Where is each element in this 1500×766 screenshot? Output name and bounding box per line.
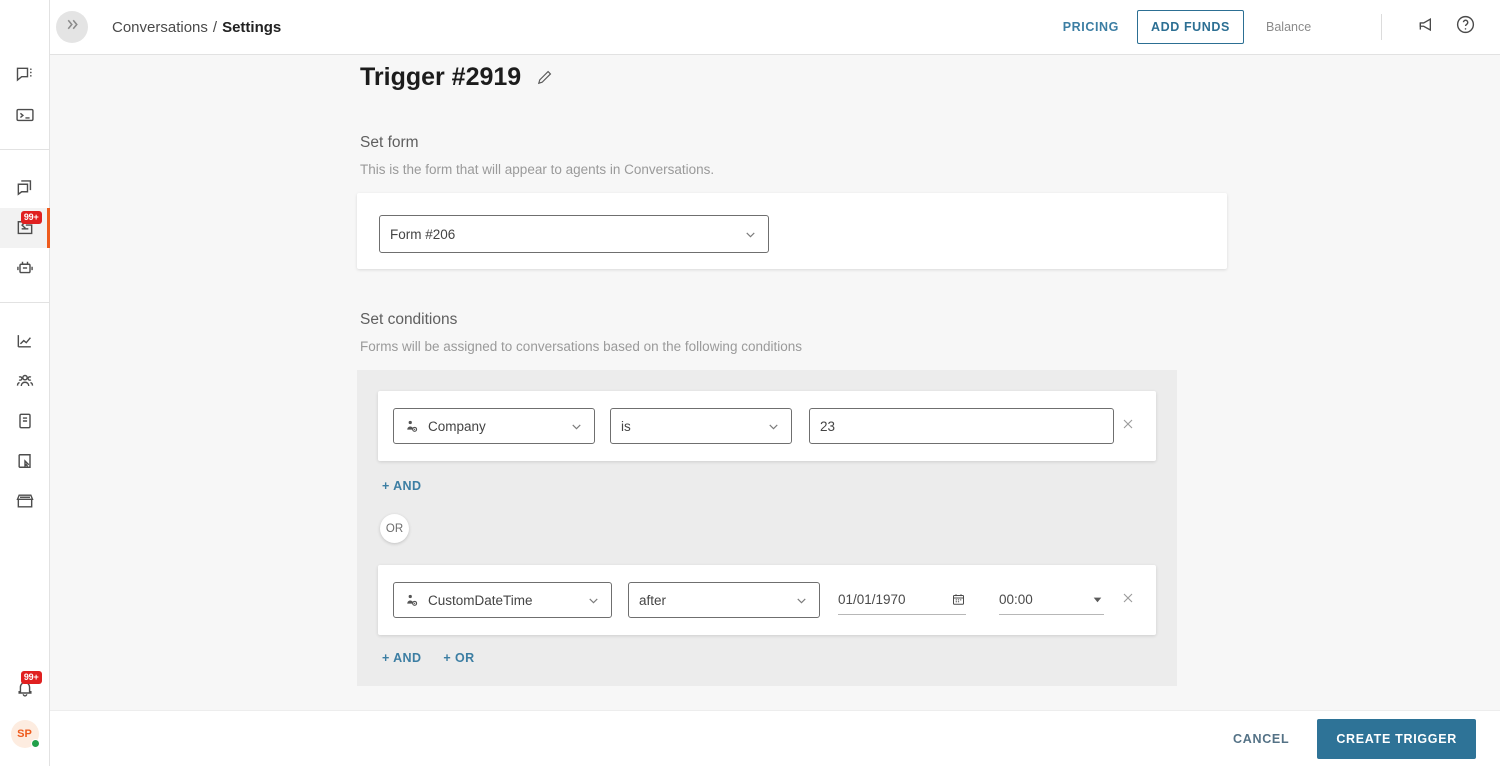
caret-down-icon <box>1091 593 1104 606</box>
add-or-button-2[interactable]: + OR <box>443 651 474 665</box>
condition-operator-select-1[interactable]: is <box>610 408 792 444</box>
notifications-button[interactable]: 99+ <box>0 668 50 708</box>
set-form-heading: Set form <box>360 134 1227 152</box>
condition-date-value: 01/01/1970 <box>838 592 951 607</box>
condition-row: Company is <box>378 391 1156 461</box>
sidebar-item-marketplace[interactable] <box>0 481 50 521</box>
remove-condition-button-2[interactable] <box>1115 587 1141 613</box>
sidebar-item-conversations[interactable] <box>0 55 50 95</box>
or-joiner-row: OR <box>378 514 1156 543</box>
robot-icon <box>15 258 35 278</box>
sidebar-item-contacts[interactable] <box>0 361 50 401</box>
help-circle-icon <box>1455 14 1476 40</box>
set-conditions-description: Forms will be assigned to conversations … <box>360 339 1227 354</box>
condition-date-input[interactable]: 01/01/1970 <box>838 585 966 615</box>
condition-value-input-1[interactable] <box>809 408 1114 444</box>
close-icon <box>1120 590 1136 611</box>
sidebar-item-documents[interactable] <box>0 401 50 441</box>
form-select[interactable]: Form #206 <box>379 215 769 253</box>
condition-attribute-value-1: Company <box>428 419 569 434</box>
cancel-button[interactable]: CANCEL <box>1227 722 1295 756</box>
set-conditions-section-head: Set conditions Forms will be assigned to… <box>357 311 1227 354</box>
add-funds-button[interactable]: ADD FUNDS <box>1137 10 1244 44</box>
sidebar-item-analytics[interactable] <box>0 321 50 361</box>
chevron-down-icon <box>743 227 758 242</box>
content-column: Trigger #2919 Set form This is the form … <box>357 55 1227 686</box>
breadcrumb-current: Settings <box>222 19 281 36</box>
title-row: Trigger #2919 <box>357 55 1227 92</box>
help-button[interactable] <box>1450 12 1480 42</box>
breadcrumb-separator: / <box>213 19 217 36</box>
page-body: Trigger #2919 Set form This is the form … <box>50 55 1500 710</box>
footer-actions: CANCEL CREATE TRIGGER <box>50 710 1500 766</box>
sidebar-badge-inbox: 99+ <box>21 211 42 224</box>
balance-label: Balance <box>1266 20 1381 34</box>
sidebar-item-broadcasts[interactable] <box>0 168 50 208</box>
condition-time-select[interactable]: 00:00 <box>999 585 1104 615</box>
top-header: Conversations / Settings PRICING ADD FUN… <box>50 0 1500 55</box>
condition-attribute-select-2[interactable]: CustomDateTime <box>393 582 612 618</box>
sidebar-item-console[interactable] <box>0 95 50 135</box>
chevron-down-icon <box>569 419 584 434</box>
sidebar-item-inbox[interactable]: 99+ <box>0 208 50 248</box>
condition-operator-value-1: is <box>621 419 766 434</box>
header-divider <box>1381 14 1382 40</box>
balance-display: Balance <box>1266 20 1381 34</box>
rail-divider-2 <box>0 302 50 303</box>
copy-send-icon <box>15 178 35 198</box>
condition-attribute-value-2: CustomDateTime <box>428 593 586 608</box>
sidebar-item-bots[interactable] <box>0 248 50 288</box>
condition-operator-select-2[interactable]: after <box>628 582 820 618</box>
avatar[interactable]: SP <box>0 714 50 754</box>
notifications-badge: 99+ <box>21 671 42 684</box>
pencil-icon[interactable] <box>535 68 554 87</box>
user-attribute-icon <box>404 419 419 434</box>
storefront-icon <box>15 491 35 511</box>
add-and-row-1: + AND <box>378 477 1156 495</box>
breadcrumb-root[interactable]: Conversations <box>112 19 208 36</box>
add-condition-row-2: + AND + OR <box>378 651 1156 665</box>
condition-operator-value-2: after <box>639 593 794 608</box>
condition-row: CustomDateTime after 01/01/1970 <box>378 565 1156 635</box>
breadcrumb: Conversations / Settings <box>112 19 281 36</box>
line-chart-icon <box>15 331 35 351</box>
book-icon <box>15 411 35 431</box>
add-and-button-1[interactable]: + AND <box>382 479 421 493</box>
chevron-down-icon <box>794 593 809 608</box>
chevron-down-icon <box>586 593 601 608</box>
chevrons-right-icon <box>64 16 81 38</box>
conditions-panel: Company is <box>357 370 1177 686</box>
form-select-value: Form #206 <box>390 227 743 242</box>
or-joiner-chip[interactable]: OR <box>380 514 409 543</box>
calendar-icon[interactable] <box>951 592 966 607</box>
close-icon <box>1120 416 1136 437</box>
chat-bubble-icon <box>15 65 35 85</box>
add-and-button-2[interactable]: + AND <box>382 651 421 665</box>
create-trigger-button[interactable]: CREATE TRIGGER <box>1317 719 1476 759</box>
chevron-down-icon <box>766 419 781 434</box>
set-form-description: This is the form that will appear to age… <box>360 162 1227 177</box>
online-status-dot <box>31 739 40 748</box>
user-attribute-icon <box>404 593 419 608</box>
terminal-icon <box>15 105 35 125</box>
left-sidebar: 99+ <box>0 0 50 766</box>
set-conditions-heading: Set conditions <box>360 311 1227 329</box>
set-form-card: Form #206 <box>357 193 1227 269</box>
megaphone-icon <box>1417 15 1437 40</box>
condition-time-value: 00:00 <box>999 592 1091 607</box>
flow-cursor-icon <box>15 451 35 471</box>
rail-divider-1 <box>0 149 50 150</box>
pricing-link[interactable]: PRICING <box>1063 20 1119 34</box>
header-actions: PRICING ADD FUNDS Balance <box>1063 0 1500 54</box>
expand-sidebar-button[interactable] <box>56 11 88 43</box>
set-form-section-head: Set form This is the form that will appe… <box>357 134 1227 177</box>
page-title: Trigger #2919 <box>360 63 521 92</box>
avatar-initials: SP <box>17 728 32 740</box>
people-group-icon <box>15 371 35 391</box>
remove-condition-button-1[interactable] <box>1115 413 1141 439</box>
sidebar-item-flows[interactable] <box>0 441 50 481</box>
announcements-button[interactable] <box>1412 12 1442 42</box>
condition-attribute-select-1[interactable]: Company <box>393 408 595 444</box>
